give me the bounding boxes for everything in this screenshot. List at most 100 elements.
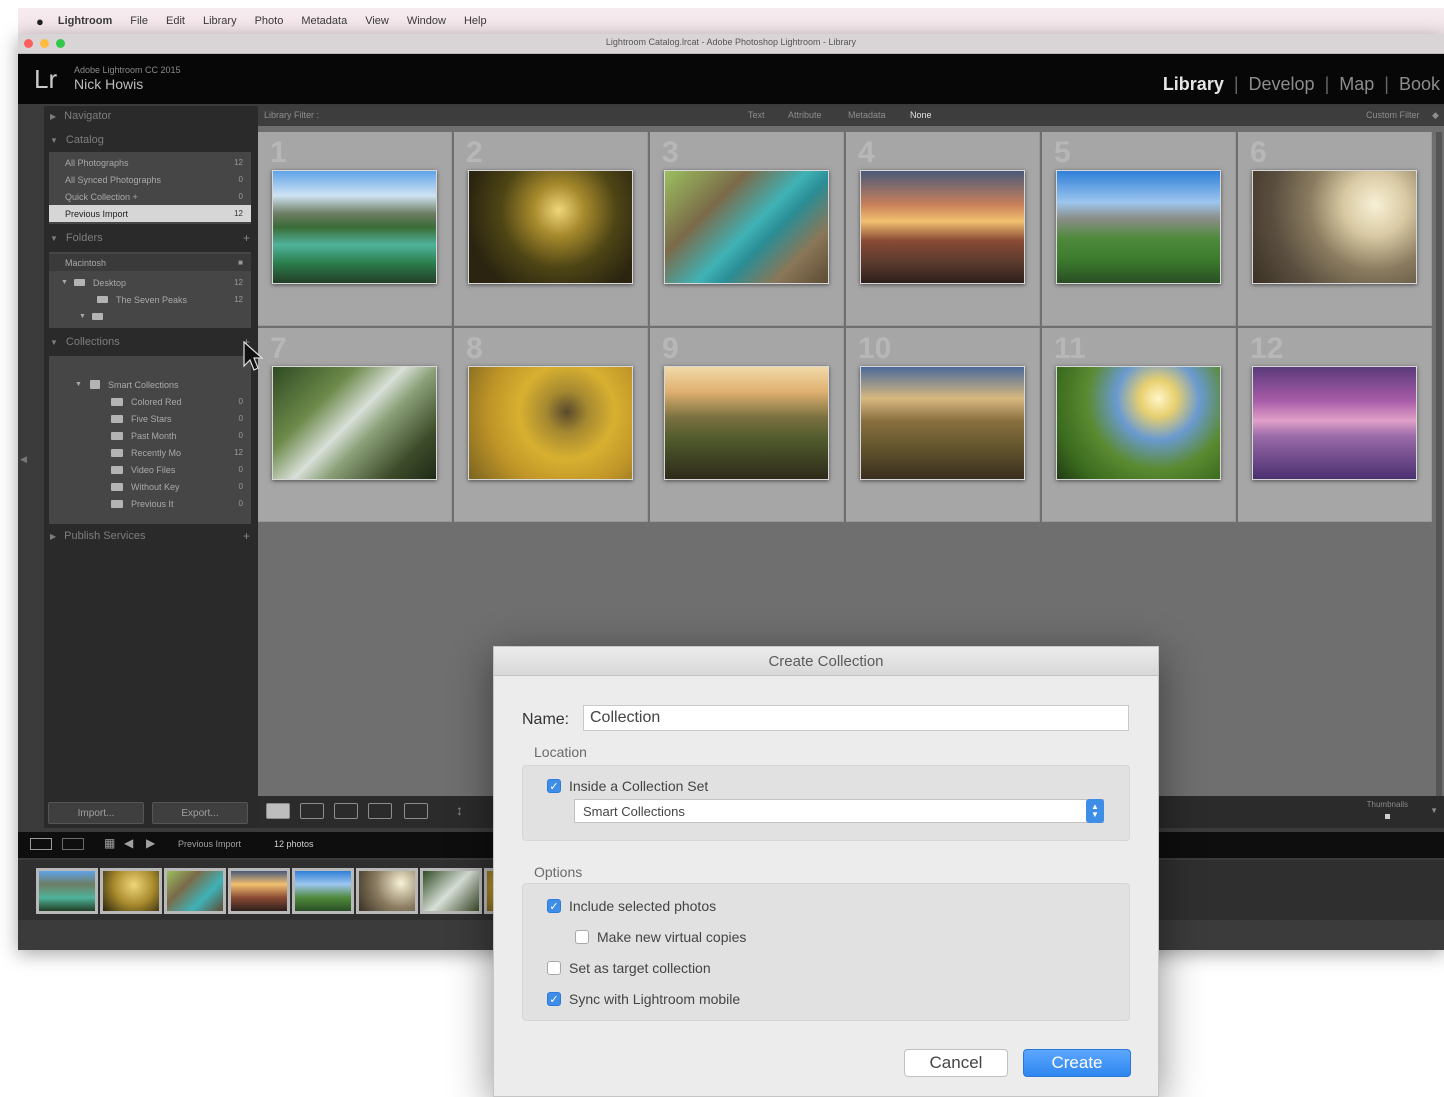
filmstrip-thumbnail[interactable] [292,868,354,914]
module-map[interactable]: Map [1339,74,1374,95]
catalog-item[interactable]: Quick Collection + 0 [49,188,251,205]
left-panel-toggle-icon[interactable]: ◀ [20,454,27,465]
catalog-header[interactable]: ▼ Catalog [44,130,258,150]
grid-scrollbar[interactable] [1436,132,1442,822]
grid-cell[interactable]: 9 [650,328,844,522]
collection-item[interactable]: Previous It 0 [49,495,251,512]
main-window-icon[interactable] [30,838,52,850]
inside-set-option[interactable]: ✓ Inside a Collection Set [547,778,708,794]
menu-library[interactable]: Library [203,15,237,27]
grid-cell[interactable]: 7 [258,328,452,522]
inside-set-checkbox[interactable]: ✓ [547,779,561,793]
photo-thumbnail[interactable] [272,366,437,480]
target-collection-option[interactable]: Set as target collection [547,960,711,976]
navigator-header[interactable]: ▶ Navigator [44,106,258,126]
people-view-icon[interactable] [404,803,428,819]
photo-thumbnail[interactable] [1056,170,1221,284]
second-window-icon[interactable] [62,838,84,850]
toolbar-menu-icon[interactable]: ▼ [1430,806,1438,815]
create-button[interactable]: Create [1023,1049,1131,1077]
cancel-button[interactable]: Cancel [904,1049,1008,1077]
folder-item[interactable]: ▼ Desktop 12 [49,274,251,291]
grid-cell[interactable]: 6 [1238,132,1432,326]
module-book[interactable]: Book [1399,74,1440,95]
menu-edit[interactable]: Edit [166,15,185,27]
grid-cell[interactable]: 4 [846,132,1040,326]
publish-services-header[interactable]: ▶ Publish Services + [44,526,258,546]
forward-icon[interactable]: ▶ [146,836,155,850]
filter-lock-icon[interactable]: ◆ [1432,110,1439,121]
grid-icon[interactable]: ▦ [104,836,115,850]
grid-cell[interactable]: 2 [454,132,648,326]
filmstrip-thumbnail[interactable] [356,868,418,914]
virtual-copies-checkbox[interactable] [575,930,589,944]
volume-row[interactable]: Macintosh ■ [49,254,251,271]
grid-cell[interactable]: 11 [1042,328,1236,522]
photo-count[interactable]: 12 photos [274,839,314,849]
compare-view-icon[interactable] [334,803,358,819]
collection-item[interactable]: Five Stars 0 [49,410,251,427]
target-collection-checkbox[interactable] [547,961,561,975]
include-selected-option[interactable]: ✓ Include selected photos [547,898,716,914]
sync-mobile-option[interactable]: ✓ Sync with Lightroom mobile [547,991,740,1007]
menu-lightroom[interactable]: Lightroom [58,15,112,27]
add-folder-icon[interactable]: + [243,231,250,245]
menu-help[interactable]: Help [464,15,487,27]
export-button[interactable]: Export... [152,802,248,824]
filmstrip-thumbnail[interactable] [420,868,482,914]
menu-view[interactable]: View [365,15,389,27]
grid-cell[interactable]: 8 [454,328,648,522]
add-publish-service-icon[interactable]: + [243,529,250,543]
sort-direction-icon[interactable]: ↕ [456,802,463,818]
photo-thumbnail[interactable] [860,366,1025,480]
menu-metadata[interactable]: Metadata [301,15,347,27]
include-selected-checkbox[interactable]: ✓ [547,899,561,913]
custom-filter-select[interactable]: Custom Filter [1366,110,1420,120]
collection-name-input[interactable] [583,705,1129,731]
collection-set-item[interactable]: ▼ Smart Collections [49,376,251,393]
sync-mobile-checkbox[interactable]: ✓ [547,992,561,1006]
photo-thumbnail[interactable] [1252,366,1417,480]
catalog-item-selected[interactable]: Previous Import 12 [49,205,251,222]
grid-cell[interactable]: 3 [650,132,844,326]
back-icon[interactable]: ◀ [124,836,133,850]
survey-view-icon[interactable] [368,803,392,819]
menu-file[interactable]: File [130,15,148,27]
catalog-item[interactable]: All Synced Photographs 0 [49,171,251,188]
module-develop[interactable]: Develop [1249,74,1315,95]
loupe-view-icon[interactable] [300,803,324,819]
virtual-copies-option[interactable]: Make new virtual copies [575,929,746,945]
filmstrip-thumbnail[interactable] [164,868,226,914]
folder-item[interactable]: The Seven Peaks 12 [49,291,251,308]
grid-view-icon[interactable] [266,803,290,819]
photo-thumbnail[interactable] [1252,170,1417,284]
photo-thumbnail[interactable] [664,170,829,284]
filmstrip-thumbnail[interactable] [36,868,98,914]
collection-item[interactable]: Past Month 0 [49,427,251,444]
grid-cell[interactable]: 12 [1238,328,1432,522]
filmstrip-thumbnail[interactable] [228,868,290,914]
photo-thumbnail[interactable] [272,170,437,284]
grid-cell[interactable]: 10 [846,328,1040,522]
menu-window[interactable]: Window [407,15,446,27]
menu-photo[interactable]: Photo [255,15,284,27]
grid-cell[interactable]: 1 [258,132,452,326]
collections-header[interactable]: ▼ Collections + [44,332,258,352]
apple-icon[interactable]: ● [36,14,44,29]
filter-attribute[interactable]: Attribute [788,110,822,120]
filter-none[interactable]: None [910,110,932,120]
filter-metadata[interactable]: Metadata [848,110,886,120]
import-button[interactable]: Import... [48,802,144,824]
filmstrip-thumbnail[interactable] [100,868,162,914]
grid-cell[interactable]: 5 [1042,132,1236,326]
photo-thumbnail[interactable] [468,170,633,284]
catalog-item[interactable]: All Photographs 12 [49,154,251,171]
collection-item[interactable]: Colored Red 0 [49,393,251,410]
module-library[interactable]: Library [1163,74,1224,95]
collection-item[interactable]: Recently Mo 12 [49,444,251,461]
photo-thumbnail[interactable] [860,170,1025,284]
collection-set-select[interactable]: Smart Collections ▲ ▼ [574,799,1104,823]
photo-thumbnail[interactable] [664,366,829,480]
filmstrip-source[interactable]: Previous Import [178,839,241,849]
thumbnail-size-slider[interactable] [1385,814,1390,819]
